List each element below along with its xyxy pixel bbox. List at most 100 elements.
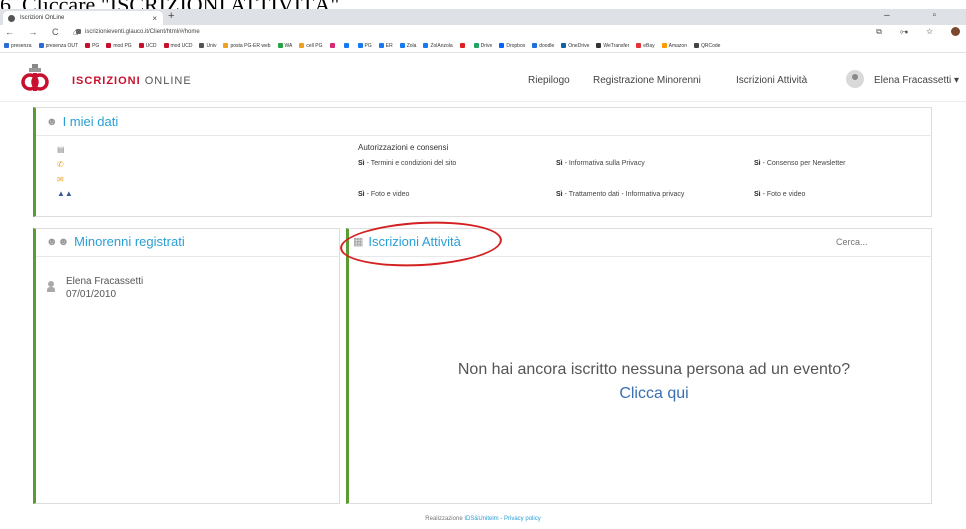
bookmark-item[interactable]: PG xyxy=(85,43,99,49)
bookmark-favicon-icon xyxy=(636,43,642,48)
nav-iscrizioni-attivita[interactable]: Iscrizioni Attività xyxy=(736,75,807,86)
divider xyxy=(36,256,340,257)
bookmark-item[interactable]: cell PG xyxy=(299,43,323,49)
privacy-policy-link[interactable]: Privacy policy xyxy=(504,516,541,522)
bookmark-item[interactable]: PG xyxy=(357,43,372,49)
bookmark-favicon-icon xyxy=(329,43,335,48)
bookmark-favicon-icon xyxy=(693,43,699,48)
search-input[interactable] xyxy=(836,237,926,247)
bookmark-favicon-icon xyxy=(299,43,305,48)
bookmark-item[interactable]: UCD xyxy=(138,42,157,49)
nav-riepilogo[interactable]: Riepilogo xyxy=(528,75,570,86)
bookmark-item[interactable]: OneDrive xyxy=(561,43,589,49)
bookmark-favicon-icon xyxy=(343,43,349,48)
consent-item: Sì - Foto e video xyxy=(754,191,806,198)
bookmark-favicon-icon xyxy=(532,43,538,48)
nav-registrazione-minorenni[interactable]: Registrazione Minorenni xyxy=(593,75,701,86)
bookmark-favicon-icon xyxy=(561,43,567,48)
consent-item: Sì - Trattamento dati - Informativa priv… xyxy=(556,191,685,198)
consent-item: Sì - Foto e video xyxy=(358,191,410,198)
consent-item: Sì - Consenso per Newsletter xyxy=(754,160,846,167)
bookmark-label: PG xyxy=(92,42,100,49)
minors-title: ☻☻ Minorenni registrati xyxy=(46,234,185,249)
user-menu[interactable]: Elena Fracassetti ▾ xyxy=(874,75,959,86)
bookmark-label: OneDrive xyxy=(568,42,590,49)
bookmark-item[interactable]: Amazon xyxy=(661,43,687,49)
consent-item: Sì - Termini e condizioni del sito xyxy=(358,160,457,167)
bookmark-item[interactable]: doodle xyxy=(532,43,554,49)
bookmark-item[interactable]: ER xyxy=(378,42,393,49)
activities-title[interactable]: ▦ Iscrizioni Attività xyxy=(353,234,461,249)
bookmark-item[interactable] xyxy=(459,43,467,48)
bookmark-favicon-icon xyxy=(459,43,465,48)
bookmark-item[interactable]: WA xyxy=(277,42,293,49)
window-controls[interactable]: – ▫ xyxy=(884,10,956,21)
tab-close-icon[interactable]: × xyxy=(152,14,157,23)
profile-avatar-icon[interactable] xyxy=(951,27,960,37)
bookmark-item[interactable]: presenza xyxy=(4,43,32,49)
app-logo-icon[interactable] xyxy=(20,63,50,93)
new-tab-button[interactable]: + xyxy=(168,10,174,22)
toolbar-actions-icons[interactable]: ⧉ ⊶ ☆ xyxy=(876,27,941,36)
bookmark-item[interactable]: Univ xyxy=(199,43,216,49)
bookmark-label: ER xyxy=(385,42,393,49)
bookmark-favicon-icon xyxy=(399,43,405,48)
click-here-link[interactable]: Clicca qui xyxy=(349,385,959,403)
browser-tab-bar: Iscrizioni OnLine × + – ▫ xyxy=(0,9,966,25)
consents-heading: Autorizzazioni e consensi xyxy=(358,143,449,152)
bookmark-item[interactable]: mod UCD xyxy=(163,42,193,49)
consent-item: Sì - Informativa sulla Privacy xyxy=(556,160,645,167)
bookmark-item[interactable]: posta PG-ER web xyxy=(223,42,271,49)
bookmark-label: Zola xyxy=(406,42,417,49)
company-link[interactable]: IDS&Unitelm xyxy=(464,516,498,522)
bookmarks-bar: presenza presenza OUT PG mod PG UCD mod UCD Un… xyxy=(0,39,966,53)
bookmark-item[interactable]: QRCode xyxy=(693,43,720,49)
bookmark-label: ZolAnzola xyxy=(430,42,453,49)
bookmark-item[interactable]: presenza OUT xyxy=(38,42,79,49)
bookmark-label: Drive xyxy=(480,42,493,49)
bookmark-item[interactable]: Zola xyxy=(399,42,417,49)
browser-nav-icons[interactable]: ← → C ⌂ xyxy=(5,25,84,39)
app-brand[interactable]: ISCRIZIONI ONLINE xyxy=(72,75,192,87)
minor-name[interactable]: Elena Fracassetti xyxy=(66,276,143,287)
minor-birthdate: 07/01/2010 xyxy=(66,289,117,300)
brand-text-2: ONLINE xyxy=(144,75,192,87)
bookmark-label: Dropbox xyxy=(506,42,526,49)
bookmark-item[interactable]: mod PG xyxy=(106,43,132,49)
user-avatar[interactable] xyxy=(846,70,864,88)
bookmark-favicon-icon xyxy=(138,43,144,48)
bookmark-favicon-icon xyxy=(473,43,479,48)
bookmark-favicon-icon xyxy=(199,43,205,48)
bookmark-item[interactable]: Dropbox xyxy=(499,43,525,49)
bookmark-label: Univ xyxy=(206,42,217,49)
bookmark-item[interactable] xyxy=(343,43,351,48)
browser-tab[interactable]: Iscrizioni OnLine × xyxy=(3,11,163,25)
my-data-panel: ☻ I miei dati ▤ ✆ ✉ ▲▲ Autorizzazioni e … xyxy=(33,107,932,217)
bookmark-item[interactable]: Drive xyxy=(473,42,493,49)
bookmark-favicon-icon xyxy=(85,43,91,48)
bookmark-favicon-icon xyxy=(423,43,429,48)
address-bar[interactable]: iscrizionieventi.glauco.it/Client/html/#… xyxy=(76,26,876,38)
bookmark-label: mod UCD xyxy=(170,42,193,49)
favicon-icon xyxy=(8,14,15,22)
footer-prefix: Realizzazione xyxy=(425,516,465,522)
address-url: iscrizionieventi.glauco.it/Client/html/#… xyxy=(85,29,200,35)
bookmark-item[interactable] xyxy=(329,43,337,48)
bookmark-label: posta PG-ER web xyxy=(230,42,271,49)
calendar-icon: ▦ xyxy=(353,236,364,248)
minors-title-text: Minorenni registrati xyxy=(74,234,185,249)
my-data-title-text: I miei dati xyxy=(62,114,119,129)
bookmark-label: presenza OUT xyxy=(45,42,79,49)
bookmark-item[interactable]: WeTransfer xyxy=(596,43,629,49)
user-icon: ☻ xyxy=(46,115,58,128)
bookmark-label: eBay xyxy=(643,42,655,49)
bookmark-favicon-icon xyxy=(661,43,667,48)
app-header: ISCRIZIONI ONLINE Riepilogo Registrazion… xyxy=(0,56,966,102)
bookmark-item[interactable]: eBay xyxy=(636,42,655,49)
bookmark-label: WA xyxy=(284,42,293,49)
bookmark-label: UCD xyxy=(145,42,157,49)
tab-title: Iscrizioni OnLine xyxy=(20,15,65,21)
bookmark-item[interactable]: ZolAnzola xyxy=(423,42,453,49)
bookmark-favicon-icon xyxy=(378,43,384,48)
bookmark-favicon-icon xyxy=(277,43,283,48)
